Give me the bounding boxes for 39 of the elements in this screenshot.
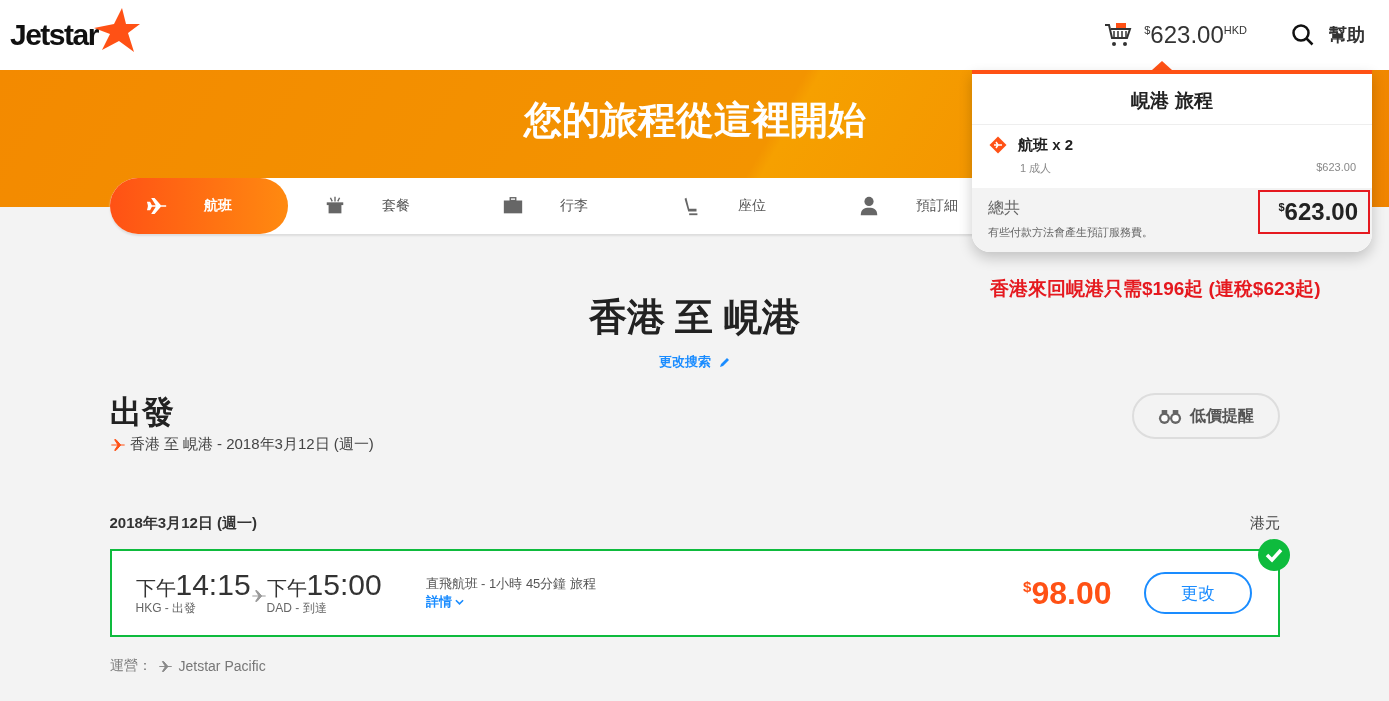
tab[interactable]: 套餐 xyxy=(287,178,466,234)
route-title: 香港 至 峴港 xyxy=(588,295,801,340)
arrival-time: 下午15:00 xyxy=(266,569,382,600)
departure-time: 下午14:15 xyxy=(135,569,251,600)
passenger-count: 1 成人 xyxy=(1020,161,1052,176)
total-price: $^{$}$623.00 xyxy=(1258,190,1370,234)
arrival-airport: DAD - 到達 xyxy=(266,599,328,617)
banner-title: 您的旅程從這裡開始 xyxy=(523,98,866,143)
operator-name: Jetstar Pacific xyxy=(178,658,266,674)
plane-icon xyxy=(157,658,173,674)
pencil-icon[interactable] xyxy=(718,356,731,368)
price-alert-button[interactable]: 低價提醒 xyxy=(1131,393,1280,439)
binoculars-icon xyxy=(1157,407,1182,425)
operator-label: 運營： xyxy=(109,657,152,675)
departure-airport: HKG - 出發 xyxy=(135,599,198,617)
departure-heading: 出發 xyxy=(109,393,175,432)
chevron-icon xyxy=(454,599,464,605)
popup-item: 航班 x 2 xyxy=(1018,135,1074,155)
fee-note: 有些付款方法會產生預訂服務費。 xyxy=(988,225,1153,240)
popup-title: 峴港 旅程 xyxy=(972,74,1372,125)
departure-route: 香港 至 峴港 - 2018年3月12日 (週一) xyxy=(129,435,374,454)
cart-icon[interactable] xyxy=(1104,22,1133,48)
tab[interactable]: 座位 xyxy=(643,178,822,234)
flight-date: 2018年3月12日 (週一) xyxy=(109,514,258,533)
flight-price: $^{$}$98.00 xyxy=(1023,574,1112,612)
item-price: $623.00 xyxy=(1316,161,1356,175)
cart-total[interactable]: $^{$}$623.00$^{HKD}$ xyxy=(1144,21,1247,49)
tab[interactable]: 行李 xyxy=(465,178,644,234)
flight-info: 直飛航班 - 1小時 45分鐘 旅程 xyxy=(425,575,596,593)
help-link[interactable]: 幫助 xyxy=(1329,23,1365,47)
annotation-text: 香港來回峴港只需$196起 (連稅$623起) xyxy=(990,277,1321,301)
check-icon xyxy=(1257,539,1290,571)
plane-icon xyxy=(250,588,267,604)
total-label: 總共 xyxy=(988,198,1021,218)
plane-icon xyxy=(145,195,168,217)
plane-icon xyxy=(109,436,126,453)
logo-text[interactable]: Jetstar xyxy=(10,18,98,52)
search-icon[interactable] xyxy=(1291,23,1315,47)
currency-label: 港元 xyxy=(1249,514,1280,533)
